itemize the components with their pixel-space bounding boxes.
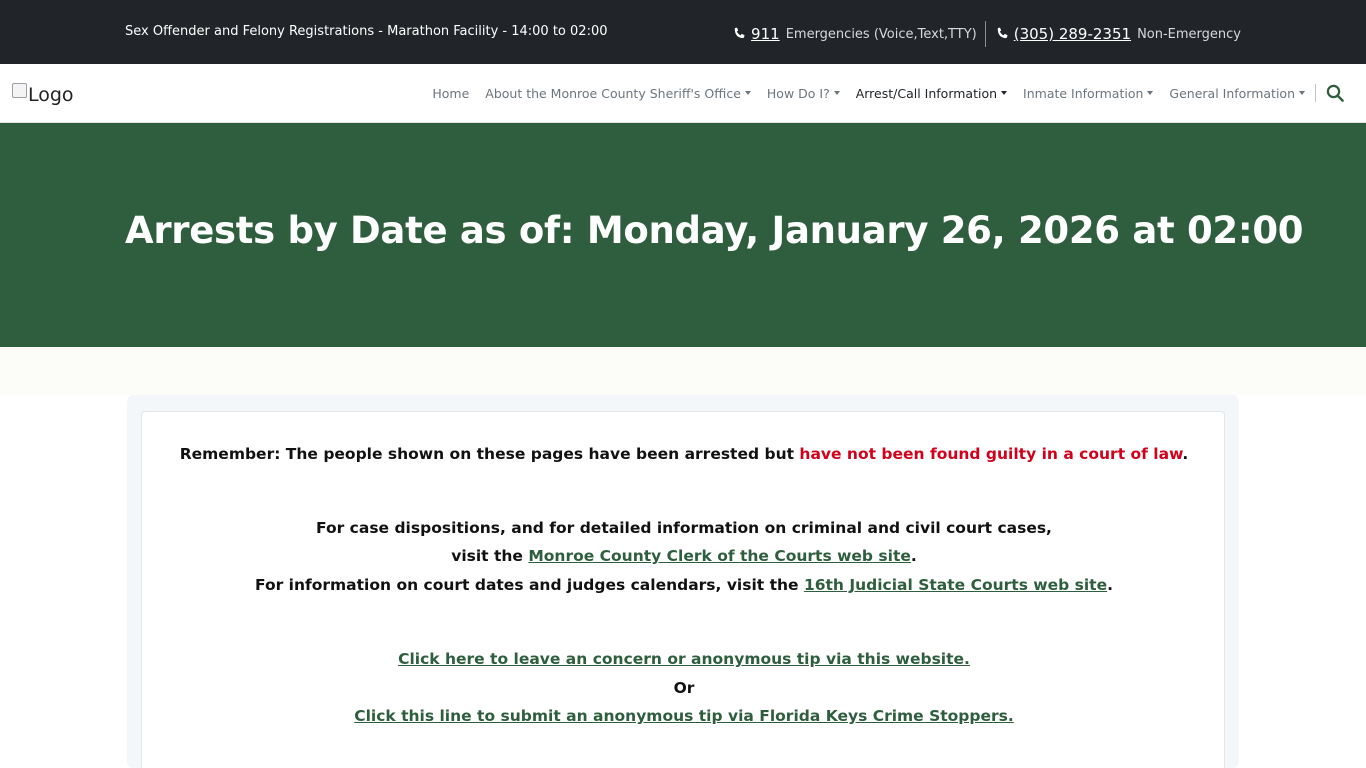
clerk-of-courts-link[interactable]: Monroe County Clerk of the Courts web si…	[528, 547, 911, 565]
period: .	[910, 547, 917, 565]
hero-spacer-band	[0, 347, 1366, 395]
court-dates-line: For information on court dates and judge…	[142, 576, 1226, 594]
nonemergency-desc: Non-Emergency	[1137, 26, 1241, 42]
disclaimer-line: Remember: The people shown on these page…	[142, 445, 1226, 463]
nav-item-label: About the Monroe County Sheriff's Office	[485, 85, 741, 101]
tip-line: Click here to leave an concern or anonym…	[142, 650, 1226, 668]
nav-item-label: Home	[432, 85, 470, 101]
disclaimer-end: .	[1182, 445, 1189, 463]
anonymous-tip-link[interactable]: Click here to leave an concern or anonym…	[398, 650, 970, 668]
contact-numbers: 911 Emergencies (Voice,Text,TTY) (305) 2…	[732, 21, 1241, 47]
caret-down-icon	[744, 91, 751, 95]
crimestoppers-line: Click this line to submit an anonymous t…	[142, 707, 1226, 725]
nav-item-how-do-i[interactable]: How Do I?	[767, 86, 840, 101]
nav-item-arrest-call-information[interactable]: Arrest/Call Information	[855, 85, 1008, 101]
nav-item-about[interactable]: About the Monroe County Sheriff's Office	[485, 86, 751, 101]
caret-down-icon	[1299, 91, 1305, 95]
caret-down-icon	[1147, 91, 1154, 95]
judicial-courts-link[interactable]: 16th Judicial State Courts web site	[804, 576, 1107, 594]
court-dates-prefix: For information on court dates and judge…	[255, 576, 804, 594]
caret-down-icon	[833, 91, 840, 95]
top-info-bar: Sex Offender and Felony Registrations - …	[0, 0, 1366, 64]
nav-item-general-information[interactable]: General Information	[1169, 86, 1305, 101]
nav-item-home[interactable]: Home	[432, 86, 469, 101]
phone-icon	[734, 27, 745, 39]
caret-down-icon	[1001, 91, 1008, 95]
nav-menu: Home About the Monroe County Sheriff's O…	[416, 84, 1344, 102]
dispositions-prefix: visit the	[451, 547, 529, 565]
page-hero: Arrests by Date as of: Monday, January 2…	[0, 123, 1366, 347]
nav-item-label: How Do I?	[766, 85, 830, 101]
nav-divider	[1315, 84, 1316, 102]
contact-divider	[984, 21, 986, 47]
emergency-phone-link[interactable]: 911	[751, 25, 780, 43]
nonemergency-phone-link[interactable]: (305) 289-2351	[1014, 25, 1131, 43]
nav-item-label: General Information	[1169, 85, 1295, 101]
content-card: Remember: The people shown on these page…	[141, 411, 1225, 768]
disclaimer-highlight: have not been found guilty in a court of…	[799, 445, 1183, 463]
nav-item-label: Arrest/Call Information	[855, 85, 998, 101]
nav-item-label: Inmate Information	[1023, 85, 1144, 101]
logo-alt-text: Logo	[28, 84, 74, 106]
disclaimer-text: Remember: The people shown on these page…	[179, 445, 800, 463]
or-text: Or	[673, 679, 695, 697]
crimestoppers-link[interactable]: Click this line to submit an anonymous t…	[354, 707, 1014, 725]
phone-icon	[997, 27, 1008, 39]
search-icon[interactable]	[1326, 84, 1344, 102]
dispositions-line-2: visit the Monroe County Clerk of the Cou…	[142, 547, 1226, 565]
page-title: Arrests by Date as of: Monday, January 2…	[125, 209, 1304, 252]
site-logo[interactable]: Logo	[12, 82, 74, 106]
period: .	[1107, 576, 1113, 594]
emergency-desc: Emergencies (Voice,Text,TTY)	[785, 26, 977, 42]
nav-item-inmate-information[interactable]: Inmate Information	[1023, 85, 1154, 101]
dispositions-line-1: For case dispositions, and for detailed …	[316, 519, 1052, 537]
facility-notice: Sex Offender and Felony Registrations - …	[125, 24, 608, 39]
main-navbar: Logo Home About the Monroe County Sherif…	[0, 64, 1366, 123]
broken-image-icon	[12, 82, 27, 98]
